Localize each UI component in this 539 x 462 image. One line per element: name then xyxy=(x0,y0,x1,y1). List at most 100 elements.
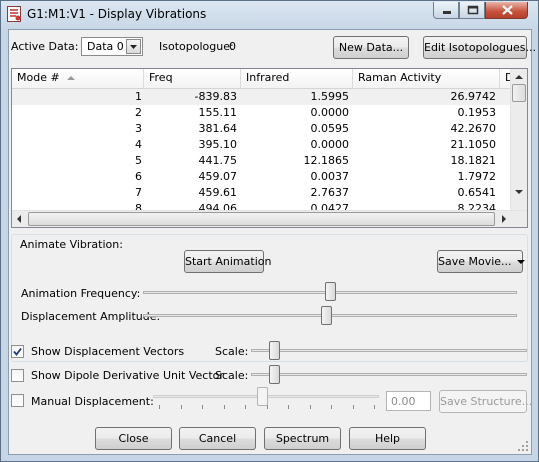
cell-mode: 4 xyxy=(135,138,142,151)
slider-tick xyxy=(245,405,246,409)
animation-frequency-label: Animation Frequency: xyxy=(21,287,141,300)
cell-infrared: 12.1865 xyxy=(303,154,350,167)
help-button[interactable]: Help xyxy=(349,427,426,450)
dialog-client: Active Data: Data 0 Isotopologue: 0 New … xyxy=(8,29,536,455)
new-data-button[interactable]: New Data... xyxy=(333,36,409,59)
slider-tick xyxy=(288,405,289,409)
table-row[interactable]: 7 459.61 2.7637 0.6541 xyxy=(12,185,512,201)
vectors-scale-slider[interactable] xyxy=(251,349,527,352)
manual-displacement-checkbox[interactable] xyxy=(11,394,24,407)
edit-isotopologues-button[interactable]: Edit Isotopologues... xyxy=(423,36,536,59)
dropdown-arrow-icon xyxy=(517,260,526,264)
horizontal-scrollbar[interactable] xyxy=(12,210,527,227)
cell-mode: 7 xyxy=(135,186,142,199)
isotopologue-label: Isotopologue: xyxy=(159,40,234,53)
slider-tick xyxy=(374,405,375,409)
show-dipole-vector-checkbox[interactable] xyxy=(11,369,24,382)
cell-freq: -839.83 xyxy=(194,90,237,103)
cell-freq: 381.64 xyxy=(198,122,238,135)
window-title: G1:M1:V1 - Display Vibrations xyxy=(27,7,207,21)
title-bar[interactable]: G1:M1:V1 - Display Vibrations xyxy=(1,1,538,28)
isotopologue-value: 0 xyxy=(229,40,236,53)
maximize-button[interactable] xyxy=(459,2,485,19)
scroll-right-icon[interactable] xyxy=(502,215,507,223)
app-icon xyxy=(7,6,21,22)
horizontal-scroll-thumb[interactable] xyxy=(28,212,495,226)
vectors-scale-thumb[interactable] xyxy=(269,341,280,360)
slider-tick xyxy=(331,405,332,409)
table-row[interactable]: 6 459.07 0.0037 1.7972 xyxy=(12,169,512,185)
table-body: 1 -839.83 1.5995 26.9742 2 155.11 0.0000 0.1953… xyxy=(12,89,512,217)
column-header-raman[interactable]: Raman Activity xyxy=(353,69,500,88)
table-row[interactable]: 4 395.10 0.0000 21.1050 xyxy=(12,137,512,153)
scale-label-2: Scale: xyxy=(215,369,249,382)
table-row[interactable]: 3 381.64 0.0595 42.2670 xyxy=(12,121,512,137)
cell-infrared: 0.0037 xyxy=(310,170,350,183)
checkmark-icon xyxy=(13,347,22,356)
close-window-button[interactable] xyxy=(485,2,528,19)
cell-raman: 0.1953 xyxy=(457,106,497,119)
vertical-scroll-thumb[interactable] xyxy=(512,84,526,102)
cell-infrared: 0.0000 xyxy=(310,138,350,151)
animate-vibration-label: Animate Vibration: xyxy=(20,238,123,251)
save-structure-button[interactable]: Save Structure... xyxy=(439,390,532,413)
active-data-value: Data 0 xyxy=(87,40,124,53)
start-animation-button[interactable]: Start Animation xyxy=(184,250,271,273)
save-movie-button[interactable]: Save Movie... xyxy=(437,250,526,273)
cell-mode: 6 xyxy=(135,170,142,183)
vibrations-table[interactable]: Mode # Freq Infrared Raman Activity D 1 -… xyxy=(11,68,528,228)
active-data-label: Active Data: xyxy=(11,40,79,53)
slider-tick xyxy=(223,405,225,409)
spectrum-button[interactable]: Spectrum xyxy=(264,427,341,450)
resize-grip-icon[interactable] xyxy=(517,440,529,452)
cell-freq: 459.07 xyxy=(198,170,238,183)
table-row[interactable]: 2 155.11 0.0000 0.1953 xyxy=(12,105,512,121)
cell-mode: 2 xyxy=(135,106,142,119)
cell-freq: 459.61 xyxy=(198,186,238,199)
dipole-scale-thumb[interactable] xyxy=(269,365,280,384)
cell-mode: 1 xyxy=(135,90,142,103)
sort-ascending-icon xyxy=(67,76,75,80)
cell-infrared: 0.0000 xyxy=(310,106,350,119)
displacement-amplitude-thumb[interactable] xyxy=(321,306,333,325)
column-header-mode[interactable]: Mode # xyxy=(12,69,144,88)
column-header-infrared[interactable]: Infrared xyxy=(241,69,353,88)
slider-tick xyxy=(352,405,354,409)
cell-raman: 21.1050 xyxy=(450,138,497,151)
cell-freq: 395.10 xyxy=(198,138,238,151)
animation-frequency-thumb[interactable] xyxy=(325,282,336,301)
vertical-scrollbar[interactable] xyxy=(510,69,527,210)
cell-raman: 0.6541 xyxy=(457,186,497,199)
cell-raman: 1.7972 xyxy=(457,170,497,183)
minimize-button[interactable] xyxy=(433,2,459,19)
chevron-down-icon[interactable] xyxy=(126,39,141,54)
dialog-window: G1:M1:V1 - Display Vibrations Active Dat… xyxy=(0,0,539,462)
table-row[interactable]: 1 -839.83 1.5995 26.9742 xyxy=(12,89,512,105)
show-displacement-vectors-label[interactable]: Show Displacement Vectors xyxy=(31,345,184,358)
cell-infrared: 2.7637 xyxy=(310,186,350,199)
cell-raman: 18.1821 xyxy=(450,154,497,167)
cancel-button[interactable]: Cancel xyxy=(179,427,256,450)
table-row[interactable]: 5 441.75 12.1865 18.1821 xyxy=(12,153,512,169)
manual-displacement-thumb[interactable] xyxy=(257,387,268,406)
column-header-freq[interactable]: Freq xyxy=(144,69,241,88)
cell-infrared: 0.0595 xyxy=(310,122,350,135)
scroll-left-icon[interactable] xyxy=(16,215,21,223)
scroll-up-icon[interactable] xyxy=(515,74,523,79)
show-displacement-vectors-checkbox[interactable] xyxy=(11,345,24,358)
slider-tick xyxy=(309,405,311,409)
scroll-down-icon[interactable] xyxy=(515,190,523,195)
manual-displacement-input[interactable]: 0.00 xyxy=(386,391,431,411)
cell-freq: 441.75 xyxy=(198,154,238,167)
cell-raman: 42.2670 xyxy=(450,122,497,135)
show-dipole-vector-label[interactable]: Show Dipole Derivative Unit Vector xyxy=(31,369,224,382)
manual-displacement-label[interactable]: Manual Displacement: xyxy=(31,395,154,408)
scale-label-1: Scale: xyxy=(215,345,249,358)
slider-tick xyxy=(180,405,182,409)
table-header: Mode # Freq Infrared Raman Activity D xyxy=(12,69,513,89)
active-data-select[interactable]: Data 0 xyxy=(81,37,143,56)
displacement-amplitude-label: Displacement Amplitude: xyxy=(21,310,161,323)
close-button[interactable]: Close xyxy=(95,427,172,450)
dipole-scale-slider[interactable] xyxy=(251,373,527,376)
slider-tick xyxy=(202,405,203,409)
